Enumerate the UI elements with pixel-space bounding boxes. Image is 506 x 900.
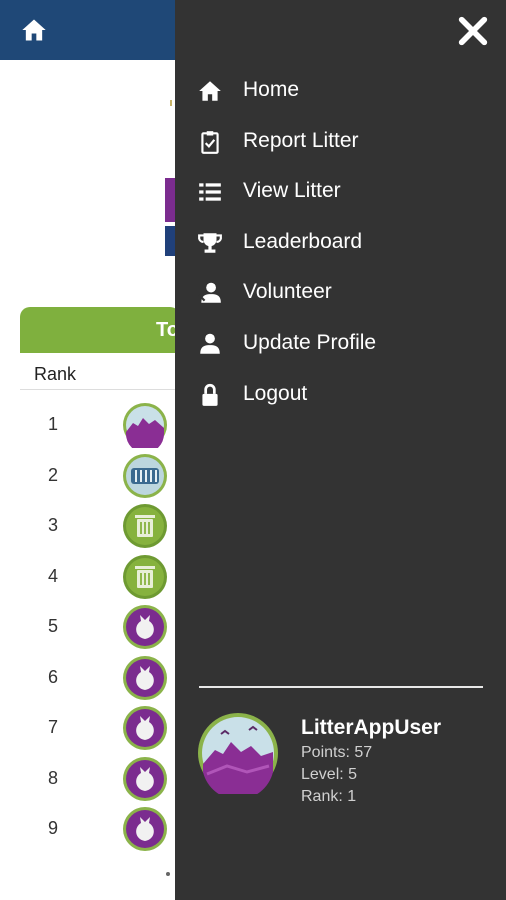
profile-level: Level: 5 <box>301 766 358 783</box>
leaderboard-row[interactable]: 3 <box>0 501 180 551</box>
leaderboard-row[interactable]: 4 <box>0 552 180 602</box>
header-divider <box>20 389 180 390</box>
rank-number: 1 <box>48 414 59 434</box>
rank-badge-icon <box>122 554 168 600</box>
drawer-divider <box>199 686 483 688</box>
menu-item-view-litter[interactable]: View Litter <box>175 171 506 222</box>
clipboard-check-icon <box>197 129 223 155</box>
rank-badge-icon <box>122 604 168 650</box>
menu-item-leaderboard[interactable]: Leaderboard <box>175 222 506 273</box>
navigation-drawer: Home Report Litter View Litter Leaderboa… <box>175 0 506 900</box>
menu-item-logout[interactable]: Logout <box>175 374 506 425</box>
menu-item-volunteer[interactable]: Volunteer <box>175 272 506 323</box>
menu-item-label: Update Profile <box>243 330 377 354</box>
lock-icon <box>197 382 223 408</box>
rank-badge-icon <box>122 402 168 453</box>
profile-username: LitterAppUser <box>301 716 442 739</box>
menu-item-report-litter[interactable]: Report Litter <box>175 121 506 172</box>
rank-number: 5 <box>48 616 59 636</box>
menu-item-update-profile[interactable]: Update Profile <box>175 323 506 374</box>
profile-avatar[interactable] <box>197 712 279 800</box>
menu-item-label: Home <box>243 78 300 101</box>
leaderboard-row[interactable]: 1 <box>0 400 180 453</box>
leaderboard-row[interactable]: 8 <box>0 754 180 804</box>
menu-item-label: Volunteer <box>243 280 332 304</box>
rank-badge-icon <box>122 806 168 852</box>
trophy-icon <box>197 230 223 256</box>
list-icon <box>197 179 223 205</box>
scroll-more-indicator <box>166 872 170 876</box>
menu-item-label: Logout <box>243 381 308 405</box>
rank-number: 4 <box>48 565 59 586</box>
menu-item-label: Leaderboard <box>243 229 363 253</box>
leaderboard-row[interactable]: 7 <box>0 703 180 753</box>
home-icon <box>197 78 223 104</box>
menu-item-label: Report Litter <box>243 128 359 152</box>
home-icon[interactable] <box>20 16 48 44</box>
user-icon <box>197 331 223 357</box>
leaderboard-header: To <box>20 307 180 353</box>
leaderboard-row[interactable]: 9 <box>0 804 180 854</box>
close-icon[interactable] <box>456 14 490 48</box>
rank-badge-icon <box>122 705 168 751</box>
rank-number: 8 <box>48 767 59 788</box>
menu-item-label: View Litter <box>243 179 341 203</box>
drawer-menu: Home Report Litter View Litter Leaderboa… <box>175 70 506 424</box>
rank-number: 2 <box>48 464 59 485</box>
rank-badge-icon <box>122 453 168 499</box>
rank-number: 9 <box>48 818 59 838</box>
profile-points: Points: 57 <box>301 744 373 761</box>
rank-column-header: Rank <box>34 364 77 384</box>
rank-badge-icon <box>122 503 168 549</box>
rank-number: 3 <box>48 515 59 535</box>
rank-badge-icon <box>122 756 168 802</box>
profile-rank: Rank: 1 <box>301 788 357 805</box>
menu-item-home[interactable]: Home <box>175 70 506 121</box>
rank-number: 7 <box>48 717 59 737</box>
leaderboard-row[interactable]: 6 <box>0 653 180 703</box>
rank-number: 6 <box>48 666 59 687</box>
leaderboard-row[interactable]: 5 <box>0 602 180 652</box>
leaderboard-row[interactable]: 2 <box>0 451 180 501</box>
volunteer-icon <box>197 280 223 306</box>
rank-badge-icon <box>122 655 168 701</box>
